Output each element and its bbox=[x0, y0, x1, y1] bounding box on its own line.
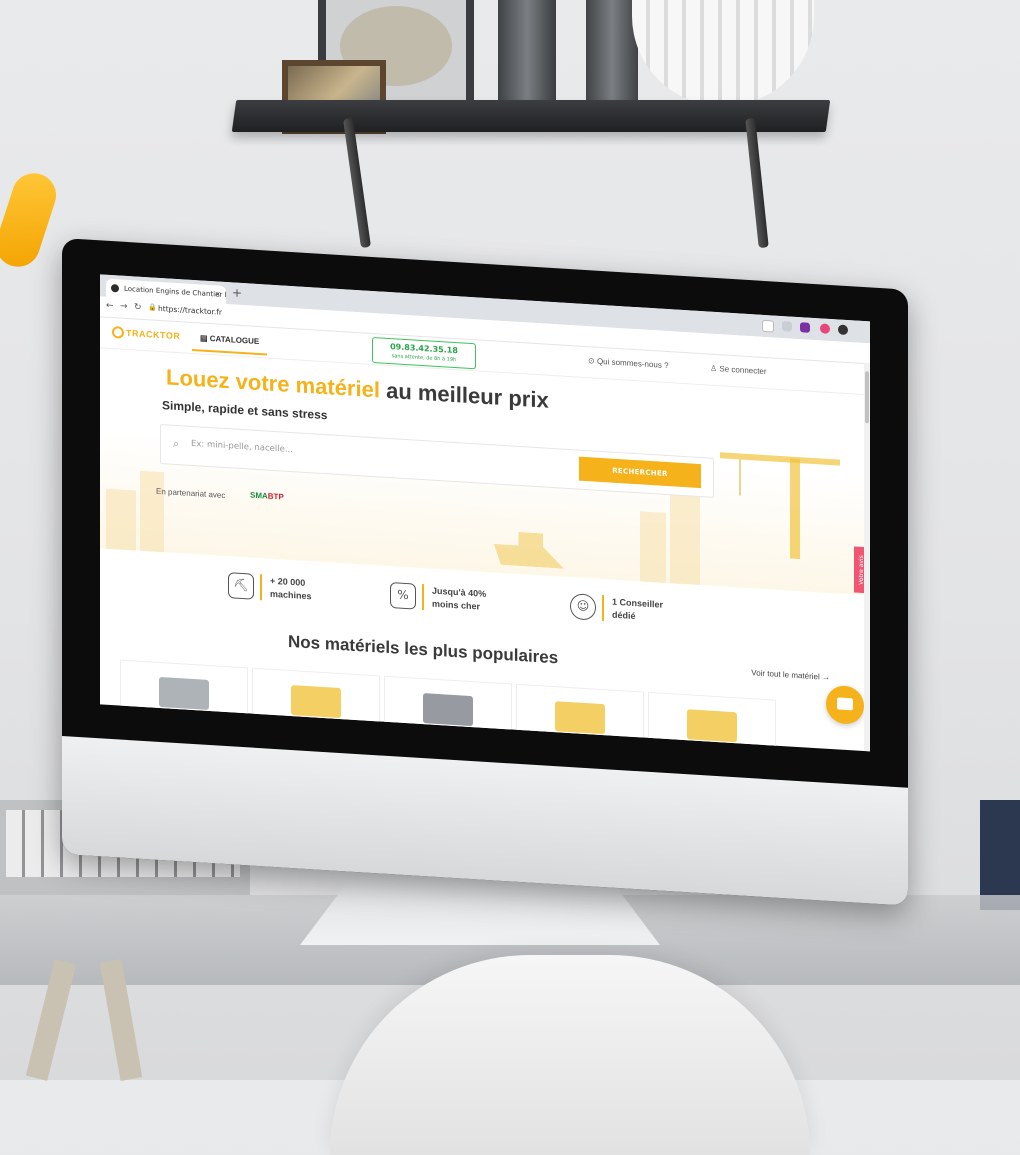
product-image bbox=[422, 693, 474, 727]
building-illustration bbox=[670, 493, 700, 586]
glass-vase bbox=[586, 0, 638, 112]
advisor-icon: ☺ bbox=[570, 593, 596, 621]
reload-icon[interactable]: ↻ bbox=[134, 302, 142, 312]
lock-icon: 🔒 bbox=[148, 303, 157, 312]
product-card[interactable] bbox=[384, 675, 512, 746]
binders bbox=[980, 800, 1020, 910]
wall-shelf bbox=[231, 100, 831, 132]
product-image bbox=[554, 701, 606, 735]
screen: Location Engins de Chantier l × + ← → ↻ … bbox=[100, 274, 870, 752]
imac-monitor: Location Engins de Chantier l × + ← → ↻ … bbox=[62, 238, 908, 906]
feature-machines: ⛏ + 20 000 machines bbox=[228, 572, 312, 603]
building-illustration bbox=[640, 511, 666, 583]
logo-text: TRACKTOR bbox=[126, 327, 181, 342]
login-label: Se connecter bbox=[719, 364, 767, 377]
feature-line: machines bbox=[270, 588, 312, 602]
white-ribbed-vase bbox=[632, 0, 814, 106]
about-link[interactable]: ⊙ Qui sommes-nous ? bbox=[588, 356, 669, 370]
price-tag-icon: % bbox=[390, 582, 416, 610]
url-text[interactable]: https://tracktor.fr bbox=[158, 304, 222, 317]
product-image bbox=[158, 676, 210, 711]
menu-icon[interactable] bbox=[838, 324, 848, 336]
scrollbar[interactable] bbox=[864, 363, 870, 752]
about-label: Qui sommes-nous ? bbox=[596, 356, 669, 371]
catalogue-link[interactable]: ▤ CATALOGUE bbox=[192, 326, 268, 356]
feature-divider bbox=[422, 584, 424, 611]
star-icon[interactable] bbox=[762, 319, 774, 333]
feature-divider bbox=[260, 574, 262, 601]
feature-text: + 20 000 machines bbox=[270, 575, 312, 604]
building-illustration bbox=[140, 470, 164, 553]
forward-icon[interactable]: → bbox=[120, 302, 128, 312]
feature-divider bbox=[602, 595, 604, 622]
orange-accent-shape bbox=[0, 167, 62, 273]
shelf-bracket bbox=[343, 117, 371, 249]
hero-title-accent: Louez votre matériel bbox=[166, 364, 380, 403]
shelf-bracket bbox=[745, 117, 769, 249]
catalogue-label: CATALOGUE bbox=[209, 334, 260, 347]
product-image bbox=[686, 709, 738, 743]
new-tab-button[interactable]: + bbox=[232, 285, 242, 300]
dark-vase bbox=[498, 0, 556, 112]
smabtp-logo-red: BTP bbox=[267, 491, 284, 502]
feature-text: Jusqu'à 40% moins cher bbox=[432, 585, 486, 614]
search-icon: ⌕ bbox=[173, 436, 180, 451]
profile-icon[interactable] bbox=[820, 323, 830, 334]
feature-advisor: ☺ 1 Conseiller dédié bbox=[570, 593, 663, 625]
product-image bbox=[290, 684, 342, 719]
smabtp-logo-green: SMA bbox=[250, 490, 268, 501]
building-illustration bbox=[106, 488, 136, 551]
product-card[interactable] bbox=[120, 659, 248, 730]
back-icon[interactable]: ← bbox=[106, 301, 114, 311]
feature-line: moins cher bbox=[432, 598, 481, 612]
search-button[interactable]: RECHERCHER bbox=[579, 456, 701, 489]
see-all-link[interactable]: Voir tout le matériel → bbox=[751, 668, 830, 682]
chat-icon bbox=[837, 697, 853, 711]
excavator-icon: ⛏ bbox=[228, 572, 254, 600]
extension-icon[interactable] bbox=[782, 321, 792, 332]
product-card[interactable] bbox=[252, 667, 380, 738]
phone-box[interactable]: 09.83.42.35.18 sans attente, de 8h à 19h bbox=[372, 336, 476, 370]
tab-title: Location Engins de Chantier l bbox=[124, 284, 226, 300]
hero-title-rest: au meilleur prix bbox=[386, 377, 549, 413]
product-card[interactable] bbox=[648, 691, 776, 752]
extension-icon[interactable] bbox=[800, 322, 810, 333]
favicon-icon bbox=[111, 283, 119, 293]
crane-illustration bbox=[720, 452, 840, 560]
close-tab-icon[interactable]: × bbox=[214, 285, 221, 303]
login-link[interactable]: ♙ Se connecter bbox=[710, 364, 767, 376]
white-chair bbox=[330, 955, 810, 1155]
search-input[interactable]: Ex: mini-pelle, nacelle... bbox=[191, 439, 293, 455]
hero-subtitle: Simple, rapide et sans stress bbox=[162, 398, 328, 423]
logo-icon bbox=[112, 326, 124, 339]
tracktor-logo[interactable]: TRACKTOR bbox=[112, 326, 180, 342]
feature-price: % Jusqu'à 40% moins cher bbox=[390, 582, 486, 614]
product-card[interactable] bbox=[516, 683, 644, 752]
scrollbar-thumb[interactable] bbox=[865, 371, 869, 424]
feature-text: 1 Conseiller dédié bbox=[612, 596, 663, 625]
